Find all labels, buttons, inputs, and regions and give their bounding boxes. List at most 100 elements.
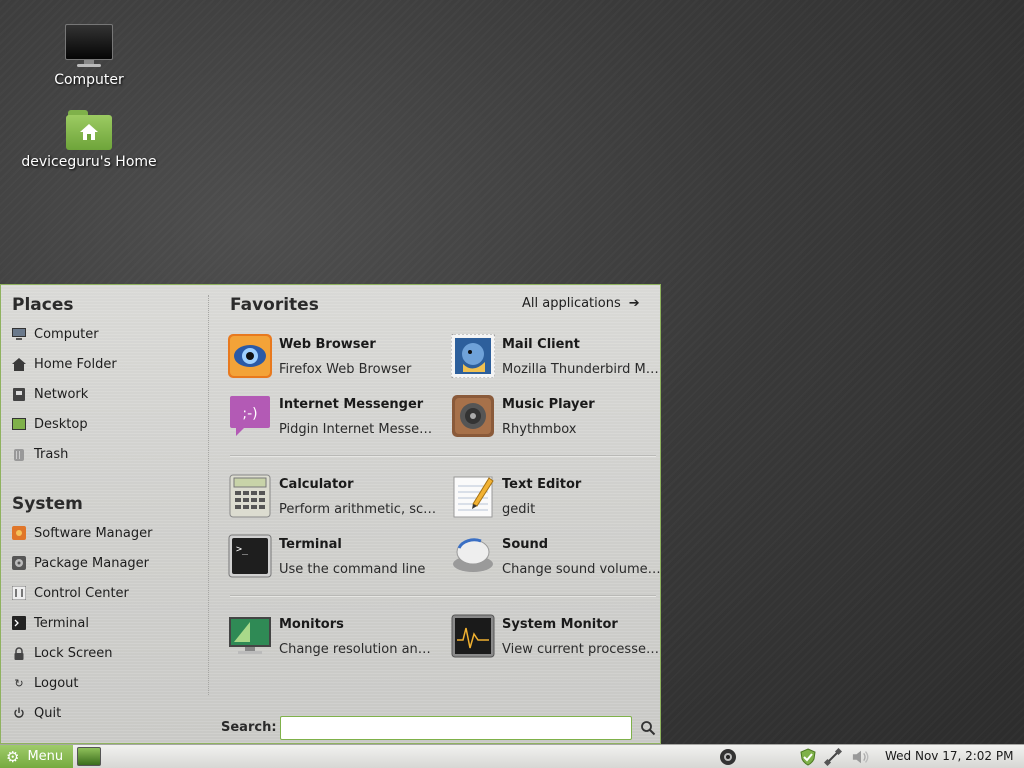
- system-item-label: Quit: [34, 705, 62, 721]
- system-item-logout[interactable]: ↻ Logout: [12, 672, 202, 694]
- favorite-monitors[interactable]: Monitors Change resolution and ...: [228, 611, 443, 663]
- arrow-right-icon: ➔: [628, 296, 640, 311]
- system-item-label: Package Manager: [34, 555, 150, 571]
- search-input[interactable]: [280, 716, 632, 740]
- pidgin-icon: ;-): [230, 396, 270, 436]
- network-cable-icon[interactable]: [824, 748, 842, 766]
- favorite-desc: Mozilla Thunderbird Ma...: [502, 362, 662, 377]
- favorite-name: Calculator: [279, 477, 354, 492]
- camera-tray-icon[interactable]: [719, 748, 737, 766]
- main-menu-panel: Places Computer Home Folder Network Desk…: [0, 284, 662, 744]
- desktop-icon-label: Computer: [54, 72, 124, 88]
- system-item-package-manager[interactable]: Package Manager: [12, 552, 202, 574]
- favorite-name: System Monitor: [502, 617, 618, 632]
- system-title: System: [12, 494, 83, 514]
- system-monitor-icon: [451, 614, 495, 658]
- show-desktop-button[interactable]: [77, 747, 101, 766]
- calculator-icon: [229, 474, 271, 518]
- favorite-name: Text Editor: [502, 477, 582, 492]
- system-item-terminal[interactable]: Terminal: [12, 612, 202, 634]
- favorite-desc: Perform arithmetic, sci...: [279, 502, 439, 517]
- volume-icon[interactable]: [852, 748, 870, 766]
- computer-monitor-icon: [65, 24, 113, 68]
- desktop-icon-label: deviceguru's Home: [21, 154, 157, 170]
- places-item-label: Computer: [34, 326, 99, 342]
- menu-button-label: Menu: [27, 749, 64, 764]
- all-applications-label: All applications: [522, 296, 621, 311]
- favorite-desc: Change resolution and ...: [279, 642, 439, 657]
- text-editor-icon: [453, 476, 494, 518]
- update-shield-icon[interactable]: [799, 748, 817, 766]
- places-item-computer[interactable]: Computer: [12, 323, 202, 345]
- system-item-label: Lock Screen: [34, 645, 113, 661]
- gear-icon: ⚙: [6, 747, 20, 766]
- favorite-name: Mail Client: [502, 337, 580, 352]
- favorite-desc: View current processes...: [502, 642, 662, 657]
- places-item-label: Trash: [34, 446, 69, 462]
- package-manager-icon: [12, 556, 26, 570]
- favorite-text-editor[interactable]: Text Editor gedit: [451, 471, 666, 523]
- favorite-sound[interactable]: Sound Change sound volume ...: [451, 531, 666, 583]
- favorite-desc: Change sound volume ...: [502, 562, 662, 577]
- power-icon: [12, 706, 26, 720]
- system-item-label: Logout: [34, 675, 79, 691]
- places-item-home-folder[interactable]: Home Folder: [12, 353, 202, 375]
- system-item-quit[interactable]: Quit: [12, 702, 202, 724]
- favorite-web-browser[interactable]: Web Browser Firefox Web Browser: [228, 331, 443, 383]
- system-item-label: Terminal: [34, 615, 89, 631]
- places-item-network[interactable]: Network: [12, 383, 202, 405]
- speaker-icon: [452, 395, 494, 437]
- places-item-label: Desktop: [34, 416, 88, 432]
- favorite-system-monitor[interactable]: System Monitor View current processes...: [451, 611, 666, 663]
- favorites-separator: [230, 455, 656, 456]
- taskbar: ⚙ Menu Wed Nov 17, 2:02 PM: [0, 744, 1024, 768]
- favorite-music-player[interactable]: Music Player Rhythmbox: [451, 391, 666, 443]
- menu-button[interactable]: ⚙ Menu: [0, 745, 73, 768]
- places-item-trash[interactable]: Trash: [12, 443, 202, 465]
- favorite-calculator[interactable]: Calculator Perform arithmetic, sci...: [228, 471, 443, 523]
- favorite-desc: Use the command line: [279, 562, 426, 577]
- favorites-separator: [230, 595, 656, 596]
- all-applications-button[interactable]: All applications ➔: [522, 296, 640, 311]
- favorite-mail-client[interactable]: Mail Client Mozilla Thunderbird Ma...: [451, 331, 666, 383]
- computer-icon: [12, 327, 26, 341]
- system-item-label: Control Center: [34, 585, 129, 601]
- favorite-name: Internet Messenger: [279, 397, 424, 412]
- places-item-label: Home Folder: [34, 356, 117, 372]
- system-item-control-center[interactable]: Control Center: [12, 582, 202, 604]
- favorite-desc: gedit: [502, 502, 536, 517]
- search-label: Search:: [221, 720, 277, 735]
- favorite-desc: Firefox Web Browser: [279, 362, 412, 377]
- thunderbird-icon: [451, 334, 495, 378]
- desktop-icon-computer[interactable]: Computer: [14, 24, 164, 88]
- network-icon: [12, 387, 26, 401]
- svg-text:>_: >_: [236, 544, 249, 555]
- favorite-terminal[interactable]: >_ Terminal Use the command line: [228, 531, 443, 583]
- sound-knob-icon: [453, 538, 493, 572]
- system-item-lock-screen[interactable]: Lock Screen: [12, 642, 202, 664]
- terminal-icon: [12, 616, 26, 630]
- desktop-icon-home[interactable]: deviceguru's Home: [14, 110, 164, 170]
- home-folder-icon: [66, 110, 112, 150]
- monitors-icon: [229, 617, 271, 654]
- places-item-label: Network: [34, 386, 89, 402]
- places-item-desktop[interactable]: Desktop: [12, 413, 202, 435]
- favorite-internet-messenger[interactable]: ;-) Internet Messenger Pidgin Internet M…: [228, 391, 443, 443]
- home-icon: [12, 357, 26, 371]
- favorite-desc: Rhythmbox: [502, 422, 577, 437]
- control-center-icon: [12, 586, 26, 600]
- system-item-software-manager[interactable]: Software Manager: [12, 522, 202, 544]
- svg-text:;-): ;-): [242, 406, 257, 422]
- favorite-desc: Pidgin Internet Messen...: [279, 422, 439, 437]
- system-item-label: Software Manager: [34, 525, 153, 541]
- favorite-name: Music Player: [502, 397, 595, 412]
- favorite-name: Monitors: [279, 617, 344, 632]
- favorite-name: Terminal: [279, 537, 342, 552]
- logout-icon: ↻: [14, 676, 24, 690]
- clock[interactable]: Wed Nov 17, 2:02 PM: [885, 749, 1013, 763]
- search-icon[interactable]: [640, 720, 656, 736]
- favorites-title: Favorites: [230, 295, 319, 315]
- lock-icon: [12, 646, 26, 660]
- places-title: Places: [12, 295, 74, 315]
- menu-left-column: Places Computer Home Folder Network Desk…: [1, 285, 207, 743]
